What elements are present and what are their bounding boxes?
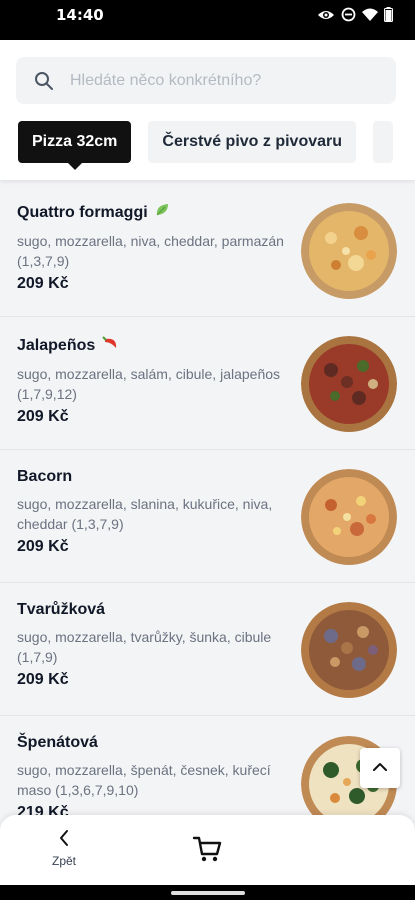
item-name: Jalapeños bbox=[17, 336, 96, 354]
pizza-image bbox=[301, 336, 397, 432]
search-icon bbox=[34, 71, 54, 91]
search-bar[interactable] bbox=[16, 57, 396, 104]
pizza-image bbox=[301, 469, 397, 565]
back-button[interactable]: Zpět bbox=[44, 829, 84, 868]
item-description: sugo, mozzarella, slanina, kukuřice, niv… bbox=[17, 496, 273, 532]
list-item[interactable]: Bacorn sugo, mozzarella, slanina, kukuři… bbox=[0, 450, 415, 583]
item-name: Bacorn bbox=[17, 468, 73, 485]
back-label: Zpět bbox=[51, 854, 76, 868]
tab-pizza-32cm[interactable]: Pizza 32cm bbox=[18, 121, 132, 170]
search-input[interactable] bbox=[70, 71, 360, 90]
system-nav-bar bbox=[0, 885, 415, 900]
list-item[interactable]: Jalapeños sugo, mozzarella, salám, cibul… bbox=[0, 317, 415, 450]
item-name: Tvarůžková bbox=[17, 601, 106, 618]
header: Pizza 32cm Čerstvé pivo z pivovaru bbox=[0, 40, 415, 180]
tab-next-partial[interactable] bbox=[373, 121, 394, 163]
chevron-left-icon bbox=[58, 830, 70, 851]
cart-icon bbox=[192, 836, 222, 867]
item-description: sugo, mozzarella, špenát, česnek, kuřecí… bbox=[17, 762, 271, 798]
chevron-up-icon bbox=[372, 759, 388, 777]
pizza-image bbox=[301, 203, 397, 299]
status-time: 14:40 bbox=[56, 6, 104, 24]
pizza-image bbox=[301, 602, 397, 698]
do-not-disturb-icon bbox=[341, 7, 356, 22]
cart-button[interactable] bbox=[192, 835, 222, 868]
tab-fresh-beer[interactable]: Čerstvé pivo z pivovaru bbox=[148, 121, 357, 163]
status-icons bbox=[317, 7, 393, 22]
wifi-icon bbox=[362, 8, 378, 22]
category-tabs: Pizza 32cm Čerstvé pivo z pivovaru bbox=[18, 121, 394, 170]
eye-icon bbox=[317, 8, 335, 22]
item-name: Quattro formaggi bbox=[17, 203, 148, 221]
leaf-icon bbox=[154, 202, 170, 223]
item-name: Špenátová bbox=[17, 734, 98, 751]
chili-icon bbox=[101, 335, 119, 356]
item-description: sugo, mozzarella, tvarůžky, šunka, cibul… bbox=[17, 629, 272, 665]
item-description: sugo, mozzarella, salám, cibule, jalapeñ… bbox=[17, 366, 281, 402]
item-description: sugo, mozzarella, niva, cheddar, parmazá… bbox=[17, 233, 284, 269]
home-handle[interactable] bbox=[171, 891, 245, 895]
scroll-top-button[interactable] bbox=[360, 748, 400, 788]
status-bar: 14:40 bbox=[0, 0, 415, 40]
battery-icon bbox=[384, 7, 393, 22]
list-item[interactable]: Tvarůžková sugo, mozzarella, tvarůžky, š… bbox=[0, 583, 415, 716]
product-list: Quattro formaggi sugo, mozzarella, niva,… bbox=[0, 184, 415, 849]
bottom-bar: Zpět bbox=[0, 815, 415, 885]
list-item[interactable]: Quattro formaggi sugo, mozzarella, niva,… bbox=[0, 184, 415, 317]
